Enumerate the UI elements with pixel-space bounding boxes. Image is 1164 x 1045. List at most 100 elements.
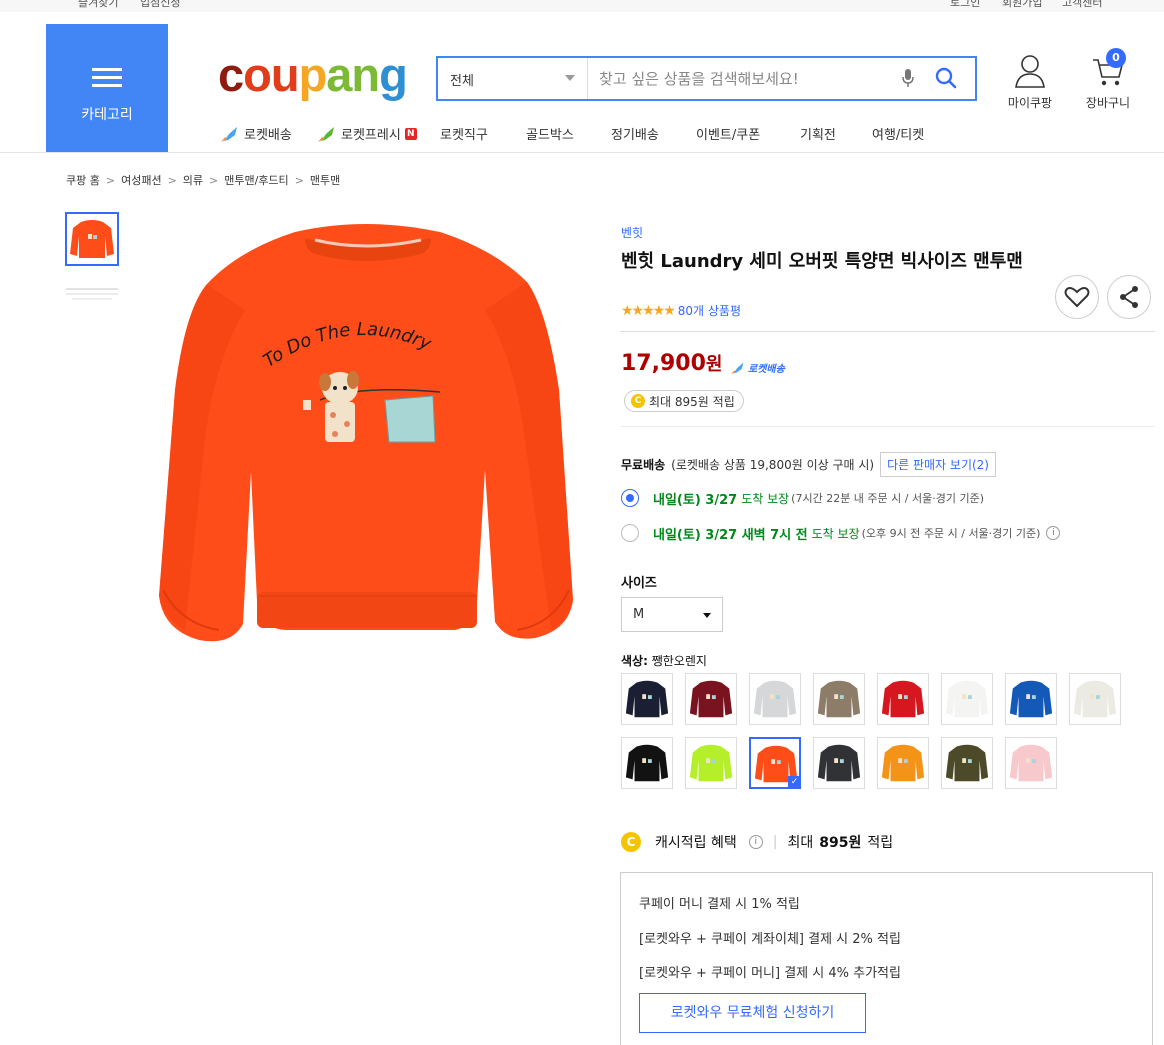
info-icon[interactable]: i (1046, 526, 1061, 540)
category-button[interactable]: 카테고리 (46, 24, 168, 152)
product-title: 벤힛 Laundry 세미 오버핏 특양면 빅사이즈 맨투맨 (621, 251, 1023, 272)
category-label: 카테고리 (81, 107, 133, 123)
divider (620, 331, 1155, 332)
rocket-wow-trial-button[interactable]: 로켓와우 무료체험 신청하기 (639, 993, 866, 1033)
delivery-option-1[interactable]: 내일(토) 3/27 도착 보장 (7시간 22분 내 주문 시 / 서울·경기… (621, 487, 984, 509)
color-swatch[interactable] (1005, 673, 1057, 725)
color-swatch[interactable] (685, 673, 737, 725)
cart-label: 장바구니 (1085, 96, 1131, 110)
share-icon (1120, 286, 1138, 308)
seller-signup-link[interactable]: 입점신청 (140, 0, 180, 10)
caret-down-icon (565, 75, 575, 81)
breadcrumb-womens[interactable]: 여성패션 (121, 174, 161, 187)
rating-stars: ★★★★★ (621, 302, 676, 319)
header-divider (0, 152, 1164, 153)
main-product-image: To Do The Laundry (155, 210, 575, 660)
hamburger-icon (92, 68, 122, 92)
brand-link[interactable]: 벤힛 (621, 224, 643, 241)
breadcrumb: 쿠팡 홈 > 여성패션 > 의류 > 맨투맨/후드티 > 맨투맨 (66, 174, 341, 187)
coupang-logo[interactable]: coupang (218, 50, 408, 100)
shipping-info: 무료배송 (로켓배송 상품 19,800원 이상 구매 시) 다른 판매자 보기… (621, 452, 996, 477)
thumbnail-selected[interactable] (65, 212, 119, 266)
breadcrumb-home[interactable]: 쿠팡 홈 (66, 174, 100, 187)
bookmark-link[interactable]: 즐겨찾기 (78, 0, 118, 10)
color-label: 색상: 쨍한오렌지 (621, 654, 707, 668)
delivery-option-2[interactable]: 내일(토) 3/27 새벽 7시 전 도착 보장 (오후 9시 전 주문 시 /… (621, 522, 1061, 544)
color-swatch[interactable] (813, 673, 865, 725)
color-swatch[interactable] (1005, 737, 1057, 789)
my-coupang-label: 마이쿠팡 (1007, 96, 1053, 110)
cash-coin-icon: C (621, 832, 641, 852)
color-swatch-grid: ✓ (621, 673, 1131, 793)
cart-button[interactable]: 0 장바구니 (1077, 48, 1139, 111)
breadcrumb-clothing[interactable]: 의류 (183, 174, 203, 187)
microphone-icon[interactable] (901, 68, 915, 88)
color-swatch[interactable] (877, 673, 929, 725)
breadcrumb-sweatshirt-hoodie[interactable]: 맨투맨/후드티 (224, 174, 288, 187)
search-icon[interactable] (935, 67, 957, 89)
divider (620, 426, 1155, 427)
other-sellers-button[interactable]: 다른 판매자 보기(2) (880, 452, 996, 477)
share-button[interactable] (1107, 275, 1151, 319)
new-badge: N (404, 127, 417, 140)
review-count-link[interactable]: 80개 상품평 (678, 302, 741, 319)
benefit-line-1: 쿠페이 머니 결제 시 1% 적립 (639, 897, 800, 912)
nav-events[interactable]: 이벤트/쿠폰 (696, 124, 760, 143)
benefit-line-2: [로켓와우 + 쿠페이 계좌이체] 결제 시 2% 적립 (639, 932, 901, 947)
color-swatch[interactable] (941, 737, 993, 789)
search-bar: 전체 찾고 싶은 상품을 검색해보세요! (436, 56, 977, 101)
check-icon: ✓ (788, 776, 801, 789)
shipping-condition: (로켓배송 상품 19,800원 이상 구매 시) (671, 458, 875, 472)
heart-icon (1064, 287, 1090, 308)
nav-subscription[interactable]: 정기배송 (611, 124, 659, 143)
breadcrumb-sweatshirt[interactable]: 맨투맨 (310, 174, 340, 187)
color-swatch[interactable] (877, 737, 929, 789)
caret-down-icon (703, 613, 711, 618)
color-swatch[interactable] (685, 737, 737, 789)
radio-selected[interactable] (621, 489, 639, 507)
login-link[interactable]: 로그인 (950, 0, 980, 10)
rocket-icon (731, 362, 744, 374)
rating-row[interactable]: ★★★★★ 80개 상품평 (621, 302, 741, 319)
color-swatch[interactable] (1069, 673, 1121, 725)
price-value: 17,900 (621, 351, 706, 376)
cash-coin-icon: C (631, 394, 645, 408)
cart-count-badge: 0 (1106, 48, 1126, 68)
price-currency: 원 (705, 354, 723, 375)
benefit-line-3: [로켓와우 + 쿠페이 머니] 결제 시 4% 추가적립 (639, 966, 901, 981)
cash-reward-row: C 캐시적립 혜택 i | 최대 895원 적립 (621, 832, 893, 852)
selected-color-name: 쨍한오렌지 (651, 654, 707, 668)
info-icon[interactable]: i (748, 835, 763, 849)
top-utility-bar: 즐겨찾기 입점신청 로그인 회원가입 고객센터 (0, 0, 1164, 12)
nav-rocket-fresh[interactable]: 로켓프레시 N (317, 124, 417, 143)
color-swatch[interactable]: ✓ (749, 737, 801, 789)
search-scope-select[interactable]: 전체 (438, 58, 588, 99)
customer-center-link[interactable]: 고객센터 (1062, 0, 1102, 10)
rocket-icon (221, 126, 237, 142)
nav-exhibitions[interactable]: 기획전 (800, 124, 836, 143)
size-select[interactable]: M (621, 597, 723, 632)
payment-benefits-box: 쿠페이 머니 결제 시 1% 적립 [로켓와우 + 쿠페이 계좌이체] 결제 시… (620, 872, 1153, 1045)
max-points-badge: C 최대 895원 적립 (624, 390, 744, 412)
price: 17,900원 (621, 350, 722, 376)
nav-travel[interactable]: 여행/티켓 (872, 124, 924, 143)
nav-rocket-delivery[interactable]: 로켓배송 (220, 124, 292, 143)
user-icon (1015, 55, 1045, 88)
free-shipping-label: 무료배송 (621, 458, 666, 472)
thumbnail-detail[interactable] (64, 284, 120, 312)
cash-reward-amount: 895원 (819, 835, 862, 851)
my-coupang-button[interactable]: 마이쿠팡 (999, 54, 1061, 111)
cash-reward-label: 캐시적립 혜택 (655, 835, 737, 851)
color-swatch[interactable] (749, 673, 801, 725)
color-swatch[interactable] (941, 673, 993, 725)
color-swatch[interactable] (621, 737, 673, 789)
wishlist-button[interactable] (1055, 275, 1099, 319)
nav-rocket-direct[interactable]: 로켓직구 (440, 124, 488, 143)
search-input[interactable]: 찾고 싶은 상품을 검색해보세요! (599, 68, 799, 89)
rocket-delivery-badge: 로켓배송 (730, 360, 785, 375)
color-swatch[interactable] (621, 673, 673, 725)
color-swatch[interactable] (813, 737, 865, 789)
signup-link[interactable]: 회원가입 (1002, 0, 1042, 10)
radio-unselected[interactable] (621, 524, 639, 542)
nav-goldbox[interactable]: 골드박스 (526, 124, 574, 143)
